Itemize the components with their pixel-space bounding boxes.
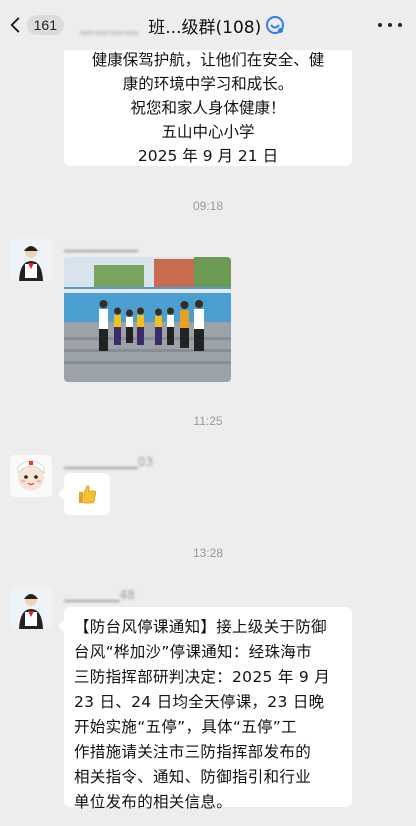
sender-name: ▁▁▁▁▁▁48 (64, 588, 135, 602)
timestamp: 11:25 (193, 414, 223, 428)
sender-name: ▁▁▁▁▁▁▁▁ (64, 238, 138, 252)
message-line: 23 日、24 日均全天停课，23 日晚 (74, 693, 325, 711)
message-line: 五山中心小学 (161, 123, 255, 141)
chat-header: 161 ▁▁▁▁ 班...级群(108) (0, 0, 416, 50)
message-line: 健康保驾护航，让他们在安全、健 (91, 51, 325, 69)
group-name: 班...级群(108) (148, 17, 262, 38)
sender-name: ▁▁▁▁▁▁▁▁03 (64, 455, 154, 469)
unread-count-badge: 161 (26, 15, 64, 35)
timestamp: 09:18 (192, 199, 224, 213)
avatar-nurse-icon (10, 455, 52, 497)
thumbs-up-icon (79, 485, 96, 504)
message-line: 三防指挥部研判决定：2025 年 9 月 (74, 668, 331, 686)
message-line: 作措施请关注市三防指挥部发布的 (74, 743, 312, 761)
message-line: 2025 年 9 月 21 日 (137, 147, 279, 165)
message-bubble[interactable]: 【防台风停课通知】接上级关于防御 台风“桦加沙”停课通知：经珠海市 三防指挥部研… (64, 607, 352, 811)
group-chat-badge-icon (266, 16, 285, 34)
group-name-obscured: ▁▁▁▁ (80, 15, 141, 35)
message-line: 单位发布的相关信息。 (74, 793, 233, 811)
more-button[interactable] (378, 16, 402, 34)
avatar[interactable] (10, 239, 52, 281)
back-button[interactable]: 161 (10, 12, 64, 38)
more-icon (378, 23, 382, 27)
message-line: 开始实施“五停”，具体“五停”工 (74, 718, 297, 736)
message-photo[interactable] (64, 257, 231, 382)
avatar-teacher-icon (10, 587, 52, 629)
avatar[interactable] (10, 455, 52, 497)
back-icon (10, 17, 20, 33)
sticker-bubble[interactable] (64, 473, 110, 515)
class-photo-image (64, 257, 231, 382)
chat-title[interactable]: ▁▁▁▁ 班...级群(108) (80, 13, 340, 38)
avatar-teacher-icon (10, 239, 52, 281)
message-line: 相关指令、通知、防御指引和行业 (74, 768, 312, 786)
avatar[interactable] (10, 587, 52, 629)
message-line: 祝您和家人身体健康！ (130, 99, 286, 117)
timestamp: 13:28 (192, 546, 224, 560)
message-line: 【防台风停课通知】接上级关于防御 (74, 618, 327, 636)
message-line: 康的环境中学习和成长。 (122, 75, 294, 93)
message-bubble[interactable]: 健康保驾护航，让他们在安全、健 康的环境中学习和成长。 祝您和家人身体健康！ 五… (64, 36, 352, 166)
message-line: 台风“桦加沙”停课通知：经珠海市 (74, 643, 312, 661)
